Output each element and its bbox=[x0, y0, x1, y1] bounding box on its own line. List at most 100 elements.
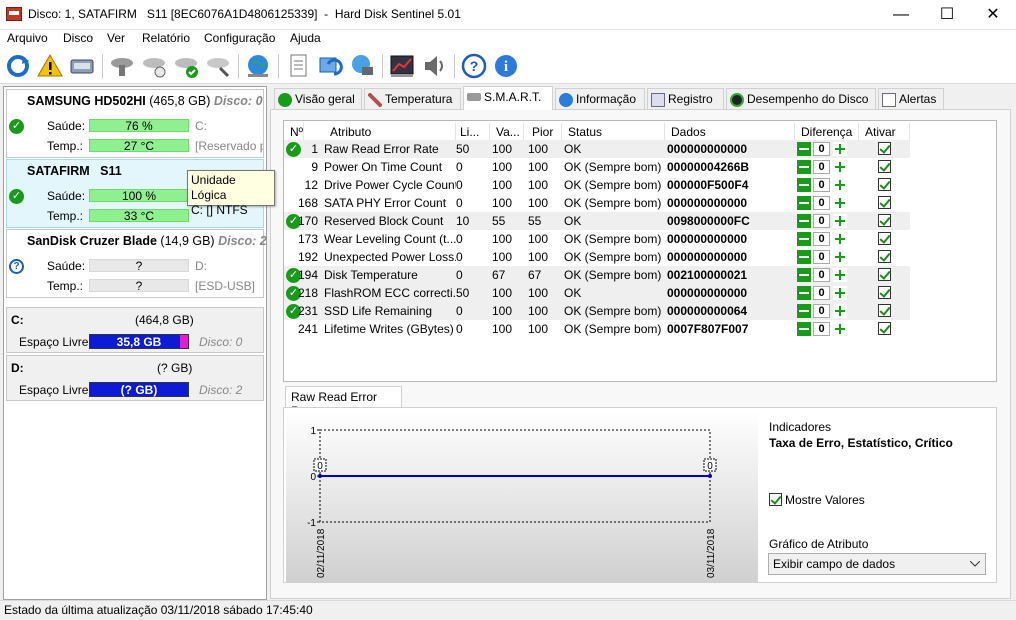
table-row[interactable]: ✓ 170 Reserved Block Count 10 55 55 OK 00980000… bbox=[284, 212, 910, 230]
increase-button[interactable] bbox=[833, 286, 847, 300]
decrease-button[interactable] bbox=[797, 232, 811, 246]
menu-ver[interactable]: Ver bbox=[107, 31, 125, 45]
col-header-data[interactable]: Dados bbox=[665, 123, 795, 141]
chart-icon[interactable] bbox=[388, 52, 416, 80]
show-values-label[interactable]: Mostre Valores bbox=[785, 493, 865, 507]
difference-value[interactable]: 0 bbox=[813, 214, 830, 228]
decrease-button[interactable] bbox=[797, 268, 811, 282]
difference-value[interactable]: 0 bbox=[813, 304, 830, 318]
tab-smart[interactable]: S.M.A.R.T. bbox=[463, 86, 553, 110]
tab-info[interactable]: Informação bbox=[555, 88, 645, 109]
disk-icon[interactable] bbox=[68, 52, 96, 80]
attribute-chart-select[interactable]: Exibir campo de dados bbox=[768, 553, 986, 575]
show-values-checkbox[interactable] bbox=[769, 493, 782, 506]
disk-card-samsung[interactable]: SAMSUNG HD502HI (465,8 GB) Disco: 0 ✓ Sa… bbox=[6, 89, 264, 158]
increase-button[interactable] bbox=[833, 214, 847, 228]
col-header-attribute[interactable]: Atributo bbox=[304, 123, 456, 141]
enable-checkbox[interactable] bbox=[878, 322, 891, 335]
enable-checkbox[interactable] bbox=[878, 160, 891, 173]
table-row[interactable]: 192 Unexpected Power Loss... 0 100 100 OK (Se… bbox=[284, 248, 910, 266]
volume-card-c[interactable]: C: (464,8 GB) Espaço Livre 35,8 GB Disco… bbox=[6, 307, 264, 353]
close-button[interactable]: ✕ bbox=[970, 0, 1016, 30]
increase-button[interactable] bbox=[833, 304, 847, 318]
increase-button[interactable] bbox=[833, 160, 847, 174]
tab-overview[interactable]: Visão geral bbox=[274, 88, 362, 109]
increase-button[interactable] bbox=[833, 142, 847, 156]
table-row[interactable]: ✓ 1 Raw Read Error Rate 50 100 100 OK 000000000… bbox=[284, 140, 910, 158]
help-icon[interactable]: ? bbox=[460, 52, 488, 80]
info-icon[interactable]: i bbox=[492, 52, 520, 80]
table-row[interactable]: 9 Power On Time Count 0 100 100 OK (Sempre bo… bbox=[284, 158, 910, 176]
table-row[interactable]: ✓ 218 FlashROM ECC correcti... 50 100 100 OK 00… bbox=[284, 284, 910, 302]
menu-configuracao[interactable]: Configuração bbox=[204, 31, 275, 45]
warning-icon[interactable] bbox=[36, 52, 64, 80]
minimize-button[interactable]: — bbox=[878, 0, 924, 30]
col-header-worst[interactable]: Pior bbox=[524, 123, 562, 141]
refresh-icon[interactable] bbox=[4, 52, 32, 80]
difference-value[interactable]: 0 bbox=[813, 196, 830, 210]
table-row[interactable]: ✓ 194 Disk Temperature 0 67 67 OK (Sempre bom)… bbox=[284, 266, 910, 284]
tab-performance[interactable]: Desempenho do Disco bbox=[726, 88, 876, 109]
difference-value[interactable]: 0 bbox=[813, 322, 830, 336]
decrease-button[interactable] bbox=[797, 160, 811, 174]
globe-icon[interactable] bbox=[244, 52, 272, 80]
enable-checkbox[interactable] bbox=[878, 250, 891, 263]
enable-checkbox[interactable] bbox=[878, 286, 891, 299]
col-header-num[interactable]: Nº bbox=[290, 123, 304, 141]
disk-tool-icon[interactable] bbox=[204, 52, 232, 80]
increase-button[interactable] bbox=[833, 232, 847, 246]
difference-value[interactable]: 0 bbox=[813, 286, 830, 300]
menu-relatorio[interactable]: Relatório bbox=[142, 31, 190, 45]
col-header-difference[interactable]: Diferença bbox=[795, 123, 859, 141]
col-header-status[interactable]: Status bbox=[562, 123, 665, 141]
tab-temperature[interactable]: Temperatura bbox=[364, 88, 461, 109]
menu-disco[interactable]: Disco bbox=[63, 31, 93, 45]
enable-checkbox[interactable] bbox=[878, 142, 891, 155]
decrease-button[interactable] bbox=[797, 286, 811, 300]
enable-checkbox[interactable] bbox=[878, 304, 891, 317]
decrease-button[interactable] bbox=[797, 214, 811, 228]
difference-value[interactable]: 0 bbox=[813, 142, 830, 156]
decrease-button[interactable] bbox=[797, 142, 811, 156]
enable-checkbox[interactable] bbox=[878, 178, 891, 191]
decrease-button[interactable] bbox=[797, 322, 811, 336]
increase-button[interactable] bbox=[833, 250, 847, 264]
report-icon[interactable] bbox=[284, 52, 312, 80]
col-header-threshold[interactable]: Li... bbox=[456, 123, 490, 141]
sync-icon[interactable] bbox=[316, 52, 344, 80]
decrease-button[interactable] bbox=[797, 250, 811, 264]
volume-card-d[interactable]: D: (? GB) Espaço Livre (? GB) Disco: 2 bbox=[6, 355, 264, 401]
speaker-icon[interactable] bbox=[420, 52, 448, 80]
enable-checkbox[interactable] bbox=[878, 268, 891, 281]
col-header-enable[interactable]: Ativar bbox=[859, 123, 910, 141]
network-icon[interactable] bbox=[348, 52, 376, 80]
tab-log[interactable]: Registro bbox=[647, 88, 724, 109]
disk-gray-icon[interactable] bbox=[108, 52, 136, 80]
increase-button[interactable] bbox=[833, 268, 847, 282]
difference-value[interactable]: 0 bbox=[813, 250, 830, 264]
table-row[interactable]: 173 Wear Leveling Count (t... 0 100 100 OK (S… bbox=[284, 230, 910, 248]
difference-value[interactable]: 0 bbox=[813, 268, 830, 282]
decrease-button[interactable] bbox=[797, 304, 811, 318]
menu-arquivo[interactable]: Arquivo bbox=[7, 31, 48, 45]
disk-ok-icon[interactable] bbox=[172, 52, 200, 80]
enable-checkbox[interactable] bbox=[878, 232, 891, 245]
table-row[interactable]: 168 SATA PHY Error Count 0 100 100 OK (Sempre… bbox=[284, 194, 910, 212]
difference-value[interactable]: 0 bbox=[813, 160, 830, 174]
difference-value[interactable]: 0 bbox=[813, 178, 830, 192]
maximize-button[interactable]: ☐ bbox=[924, 0, 970, 30]
disk-test-icon[interactable] bbox=[140, 52, 168, 80]
tab-alerts[interactable]: Alertas bbox=[878, 88, 944, 109]
decrease-button[interactable] bbox=[797, 196, 811, 210]
table-row[interactable]: ✓ 231 SSD Life Remaining 0 100 100 OK (Sempre … bbox=[284, 302, 910, 320]
increase-button[interactable] bbox=[833, 178, 847, 192]
decrease-button[interactable] bbox=[797, 178, 811, 192]
enable-checkbox[interactable] bbox=[878, 214, 891, 227]
table-row[interactable]: 241 Lifetime Writes (GBytes) 0 100 100 OK (Se… bbox=[284, 320, 910, 338]
disk-card-sandisk[interactable]: SanDisk Cruzer Blade (14,9 GB) Disco: 2 … bbox=[6, 229, 267, 298]
increase-button[interactable] bbox=[833, 322, 847, 336]
increase-button[interactable] bbox=[833, 196, 847, 210]
enable-checkbox[interactable] bbox=[878, 196, 891, 209]
col-header-value[interactable]: Va... bbox=[490, 123, 524, 141]
table-row[interactable]: 12 Drive Power Cycle Count 0 100 100 OK (Semp… bbox=[284, 176, 910, 194]
